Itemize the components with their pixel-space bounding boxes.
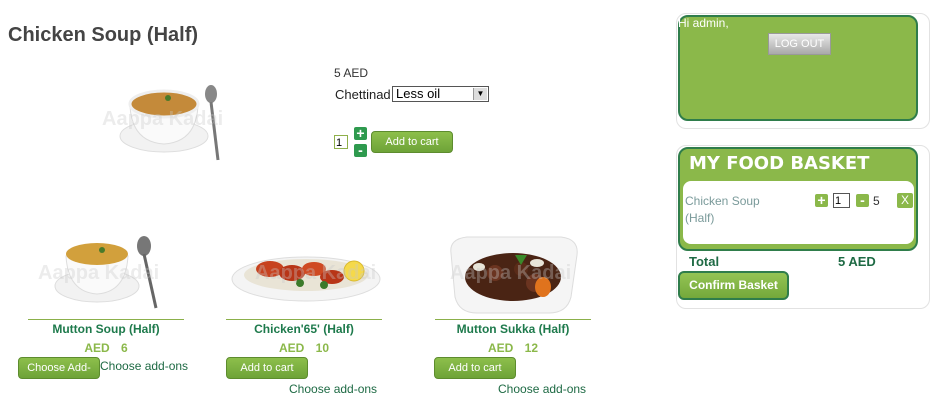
greeting: Hi admin, xyxy=(678,16,729,30)
item-price: AED 12 xyxy=(487,341,539,355)
watermark-text: Aappa Kadai xyxy=(38,262,160,284)
choose-addons-link[interactable]: Choose add-ons xyxy=(498,382,586,396)
item-name[interactable]: Mutton Sukka (Half) xyxy=(435,322,591,336)
watermark-text: Aappa Kadai xyxy=(102,108,224,130)
account-panel xyxy=(678,15,918,121)
basket-item-name: Chicken Soup (Half) xyxy=(685,194,760,225)
watermark-text: Aappa Kadai xyxy=(450,262,572,284)
minus-icon[interactable]: - xyxy=(354,143,367,157)
choose-addons-link[interactable]: Choose add-ons xyxy=(289,382,377,396)
choose-addons-button[interactable]: Choose Add-ons xyxy=(18,357,100,394)
product-price: 5 AED xyxy=(334,66,369,80)
watermark-text: Aappa Kadai xyxy=(255,262,377,284)
confirm-basket-button[interactable]: Confirm Basket xyxy=(678,271,789,300)
page-title: Chicken Soup (Half) xyxy=(8,24,199,46)
plus-icon[interactable]: + xyxy=(354,126,367,140)
total-value: 5 AED xyxy=(838,254,876,269)
quantity-input[interactable]: 1 xyxy=(334,135,348,149)
basket-quantity-input[interactable]: 1 xyxy=(833,193,850,208)
choose-addons-link[interactable]: Choose add-ons xyxy=(100,359,188,373)
total-label: Total xyxy=(689,254,720,269)
divider xyxy=(28,319,184,320)
item-name[interactable]: Mutton Soup (Half) xyxy=(28,322,184,336)
logout-button[interactable]: LOG OUT xyxy=(768,33,831,55)
add-to-cart-button[interactable]: Add to cart xyxy=(434,357,516,379)
basket-item-price: 5 xyxy=(873,194,880,208)
item-price: AED 6 xyxy=(84,341,128,355)
item-price: AED 10 xyxy=(278,341,330,355)
option-selected-value: Less oil xyxy=(396,86,441,101)
add-to-cart-button[interactable]: Add to cart xyxy=(371,131,453,153)
option-select[interactable]: Less oil ▼ xyxy=(392,86,489,102)
minus-icon[interactable]: - xyxy=(856,193,869,207)
chevron-down-icon[interactable]: ▼ xyxy=(473,88,487,100)
option-label: Chettinad xyxy=(335,87,391,102)
add-to-cart-button[interactable]: Add to cart xyxy=(226,357,308,379)
item-name[interactable]: Chicken'65' (Half) xyxy=(226,322,382,336)
basket-title: MY FOOD BASKET xyxy=(689,153,870,174)
plus-icon[interactable]: + xyxy=(815,193,828,207)
divider xyxy=(226,319,382,320)
remove-item-button[interactable]: X xyxy=(897,193,913,208)
divider xyxy=(435,319,591,320)
